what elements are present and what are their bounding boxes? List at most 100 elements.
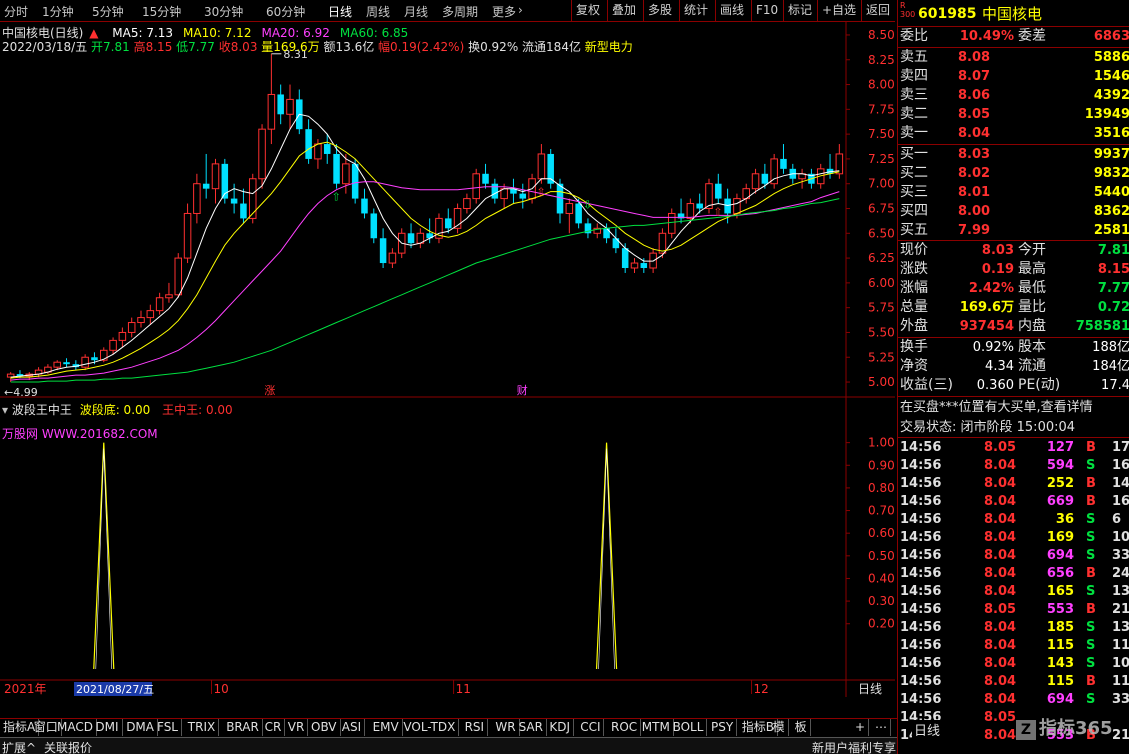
related-quote-button[interactable]: 关联报价 bbox=[44, 739, 92, 754]
tab-12[interactable]: EMV bbox=[370, 719, 403, 736]
expand-button[interactable]: 扩展^ bbox=[2, 739, 36, 754]
tab-7[interactable]: BRAR bbox=[223, 719, 263, 736]
indicator-tick-4: 0.60 bbox=[868, 526, 895, 540]
time-month-m12: 12 bbox=[754, 682, 769, 696]
more-chevron-icon[interactable]: › bbox=[518, 3, 523, 17]
tool-5[interactable]: F10 bbox=[751, 0, 783, 21]
tab-22[interactable]: PSY bbox=[708, 719, 738, 736]
tab-13[interactable]: VOL-TDX bbox=[400, 719, 460, 736]
indicator-header: ▾ 波段王中王 波段底: 0.00 王中王: 0.00 bbox=[2, 401, 233, 418]
candle-68 bbox=[640, 258, 648, 273]
candle-52 bbox=[491, 178, 499, 204]
candle-46 bbox=[435, 213, 443, 244]
period-2[interactable]: 5分钟 bbox=[92, 3, 124, 20]
period-3[interactable]: 15分钟 bbox=[142, 3, 181, 20]
candle-27 bbox=[258, 124, 266, 189]
candle-82 bbox=[770, 153, 778, 189]
bid-row-0[interactable]: 买一 8.03 9937 bbox=[898, 145, 1129, 164]
new-user-link[interactable]: 新用户福利专享 bbox=[812, 739, 896, 754]
bid-row-2[interactable]: 买三 8.01 5440 bbox=[898, 183, 1129, 202]
candle-70 bbox=[658, 228, 667, 259]
tick-row: 14:56 8.04 165 S 13 bbox=[900, 584, 1129, 599]
weibi-row: 委比 10.49% 委差 6863 bbox=[900, 28, 1129, 44]
period-0[interactable]: 分时 bbox=[4, 3, 28, 20]
tick-row: 14:56 8.04 115 S 11 bbox=[900, 638, 1129, 653]
candle-38 bbox=[361, 188, 368, 219]
tab-8[interactable]: CR bbox=[262, 719, 286, 736]
indicator-tick-1: 0.90 bbox=[868, 458, 895, 472]
index-badge: R 300 bbox=[900, 1, 916, 19]
candle-61 bbox=[575, 198, 582, 229]
tab-10[interactable]: OBV bbox=[308, 719, 341, 736]
candle-19 bbox=[183, 203, 192, 264]
tool-2[interactable]: 多股 bbox=[643, 0, 679, 21]
tab-11[interactable]: ASI bbox=[339, 719, 366, 736]
period-10[interactable]: 更多 bbox=[492, 3, 516, 20]
tab-18[interactable]: CCI bbox=[577, 719, 605, 736]
candle-12 bbox=[118, 327, 127, 348]
candle-7 bbox=[72, 360, 80, 371]
tab-3[interactable]: DMI bbox=[92, 719, 123, 736]
tick-row: 14:56 8.04 694 S 33 bbox=[900, 548, 1129, 563]
ask-row-2[interactable]: 卖三 8.06 4392 bbox=[898, 86, 1129, 105]
brand-watermark: Z 指标365 bbox=[1016, 714, 1113, 740]
period-1[interactable]: 1分钟 bbox=[42, 3, 74, 20]
tick-row: 14:56 8.04 169 S 10 bbox=[900, 530, 1129, 545]
tool-7[interactable]: +自选 bbox=[817, 0, 861, 21]
tool-8[interactable]: 返回 bbox=[861, 0, 895, 21]
candle-57 bbox=[537, 144, 546, 184]
bid-row-1[interactable]: 买二 8.02 9832 bbox=[898, 164, 1129, 183]
tab-14[interactable]: RSI bbox=[462, 719, 489, 736]
period-8[interactable]: 月线 bbox=[404, 3, 428, 20]
ask-row-4[interactable]: 卖一 8.04 3516 bbox=[898, 124, 1129, 143]
tab-16[interactable]: SAR bbox=[516, 719, 547, 736]
period-9[interactable]: 多周期 bbox=[442, 3, 478, 20]
candle-50 bbox=[472, 168, 480, 204]
tab-4[interactable]: DMA bbox=[123, 719, 158, 736]
kline-chart[interactable]: 8.50 8.25 8.00 7.75 7.50 7.25 7.00 6.75 6.50 6.25… bbox=[0, 22, 895, 697]
candle-14 bbox=[137, 310, 145, 328]
tool-4[interactable]: 画线 bbox=[715, 0, 751, 21]
bid-row-3[interactable]: 买四 8.00 8362 bbox=[898, 202, 1129, 221]
candle-37 bbox=[351, 158, 359, 204]
ask-row-1[interactable]: 卖四 8.07 1546 bbox=[898, 67, 1129, 86]
marker-zhang[interactable]: 涨 bbox=[263, 384, 278, 397]
bid-row-4[interactable]: 买五 7.99 2581 bbox=[898, 221, 1129, 240]
tab-20[interactable]: MTM bbox=[639, 719, 674, 736]
period-5[interactable]: 60分钟 bbox=[266, 3, 305, 20]
tab-5[interactable]: FSL bbox=[154, 719, 182, 736]
tab-2[interactable]: MACD bbox=[54, 719, 97, 736]
tab-21[interactable]: BOLL bbox=[670, 719, 708, 736]
tab-9[interactable]: VR bbox=[285, 719, 309, 736]
bar-amount: 额13.6亿 bbox=[323, 40, 375, 54]
price-tick-12: 5.50 bbox=[868, 325, 895, 339]
svg-text:涨: 涨 bbox=[264, 384, 275, 397]
ask-row-3[interactable]: 卖二 8.05 13949 bbox=[898, 105, 1129, 124]
tab-19[interactable]: ROC bbox=[608, 719, 642, 736]
tab-24[interactable]: 模 bbox=[770, 719, 789, 736]
big-order-notice[interactable]: 在买盘***位置有大买单,查看详情 bbox=[898, 398, 1129, 417]
tab-add-button[interactable]: + bbox=[852, 719, 870, 736]
candle-28 bbox=[267, 53, 276, 145]
bar-high: 高8.15 bbox=[133, 40, 173, 54]
tab-25[interactable]: 板 bbox=[792, 719, 811, 736]
ask-row-0[interactable]: 卖五 8.08 5886 bbox=[898, 48, 1129, 67]
tool-3[interactable]: 统计 bbox=[679, 0, 715, 21]
marker-cai[interactable]: 财 bbox=[517, 383, 528, 397]
period-4[interactable]: 30分钟 bbox=[204, 3, 243, 20]
indicator-chevron-icon[interactable]: ▾ bbox=[2, 403, 8, 417]
candle-54 bbox=[510, 178, 517, 204]
price-tick-6: 7.00 bbox=[868, 177, 895, 191]
candle-18 bbox=[174, 253, 183, 298]
stat-row-3: 总量 169.6万 量比 0.72 bbox=[900, 299, 1129, 315]
period-6[interactable]: 日线 bbox=[328, 3, 352, 20]
side-period-tab[interactable]: 日线 bbox=[912, 720, 943, 739]
tab-menu-button[interactable]: ⋯ bbox=[872, 719, 891, 736]
period-7[interactable]: 周线 bbox=[366, 3, 390, 20]
tool-0[interactable]: 复权 bbox=[571, 0, 607, 21]
candle-22 bbox=[211, 158, 220, 204]
tool-1[interactable]: 叠加 bbox=[607, 0, 643, 21]
tab-17[interactable]: KDJ bbox=[546, 719, 575, 736]
tab-6[interactable]: TRIX bbox=[185, 719, 220, 736]
tool-6[interactable]: 标记 bbox=[783, 0, 817, 21]
